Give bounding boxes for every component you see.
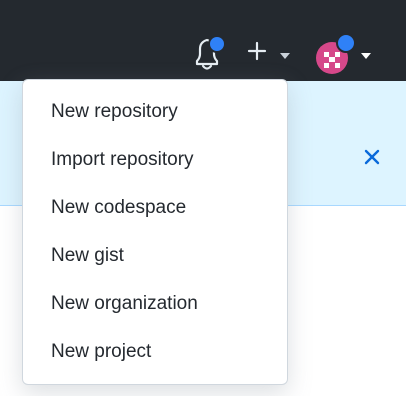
close-icon[interactable] — [361, 146, 383, 168]
menu-item-new-project[interactable]: New project — [23, 328, 287, 376]
caret-down-icon[interactable] — [278, 48, 292, 59]
menu-item-new-organization[interactable]: New organization — [23, 280, 287, 328]
menu-item-new-gist[interactable]: New gist — [23, 232, 287, 280]
menu-item-new-codespace[interactable]: New codespace — [23, 184, 287, 232]
create-new-dropdown: New repository Import repository New cod… — [22, 79, 288, 385]
avatar[interactable] — [312, 30, 364, 80]
caret-down-icon[interactable] — [359, 48, 373, 59]
menu-item-import-repository[interactable]: Import repository — [23, 136, 287, 184]
plus-icon[interactable] — [246, 40, 268, 62]
bell-icon[interactable] — [191, 34, 227, 74]
menu-item-new-repository[interactable]: New repository — [23, 88, 287, 136]
create-menu-list: New repository Import repository New cod… — [23, 80, 287, 376]
